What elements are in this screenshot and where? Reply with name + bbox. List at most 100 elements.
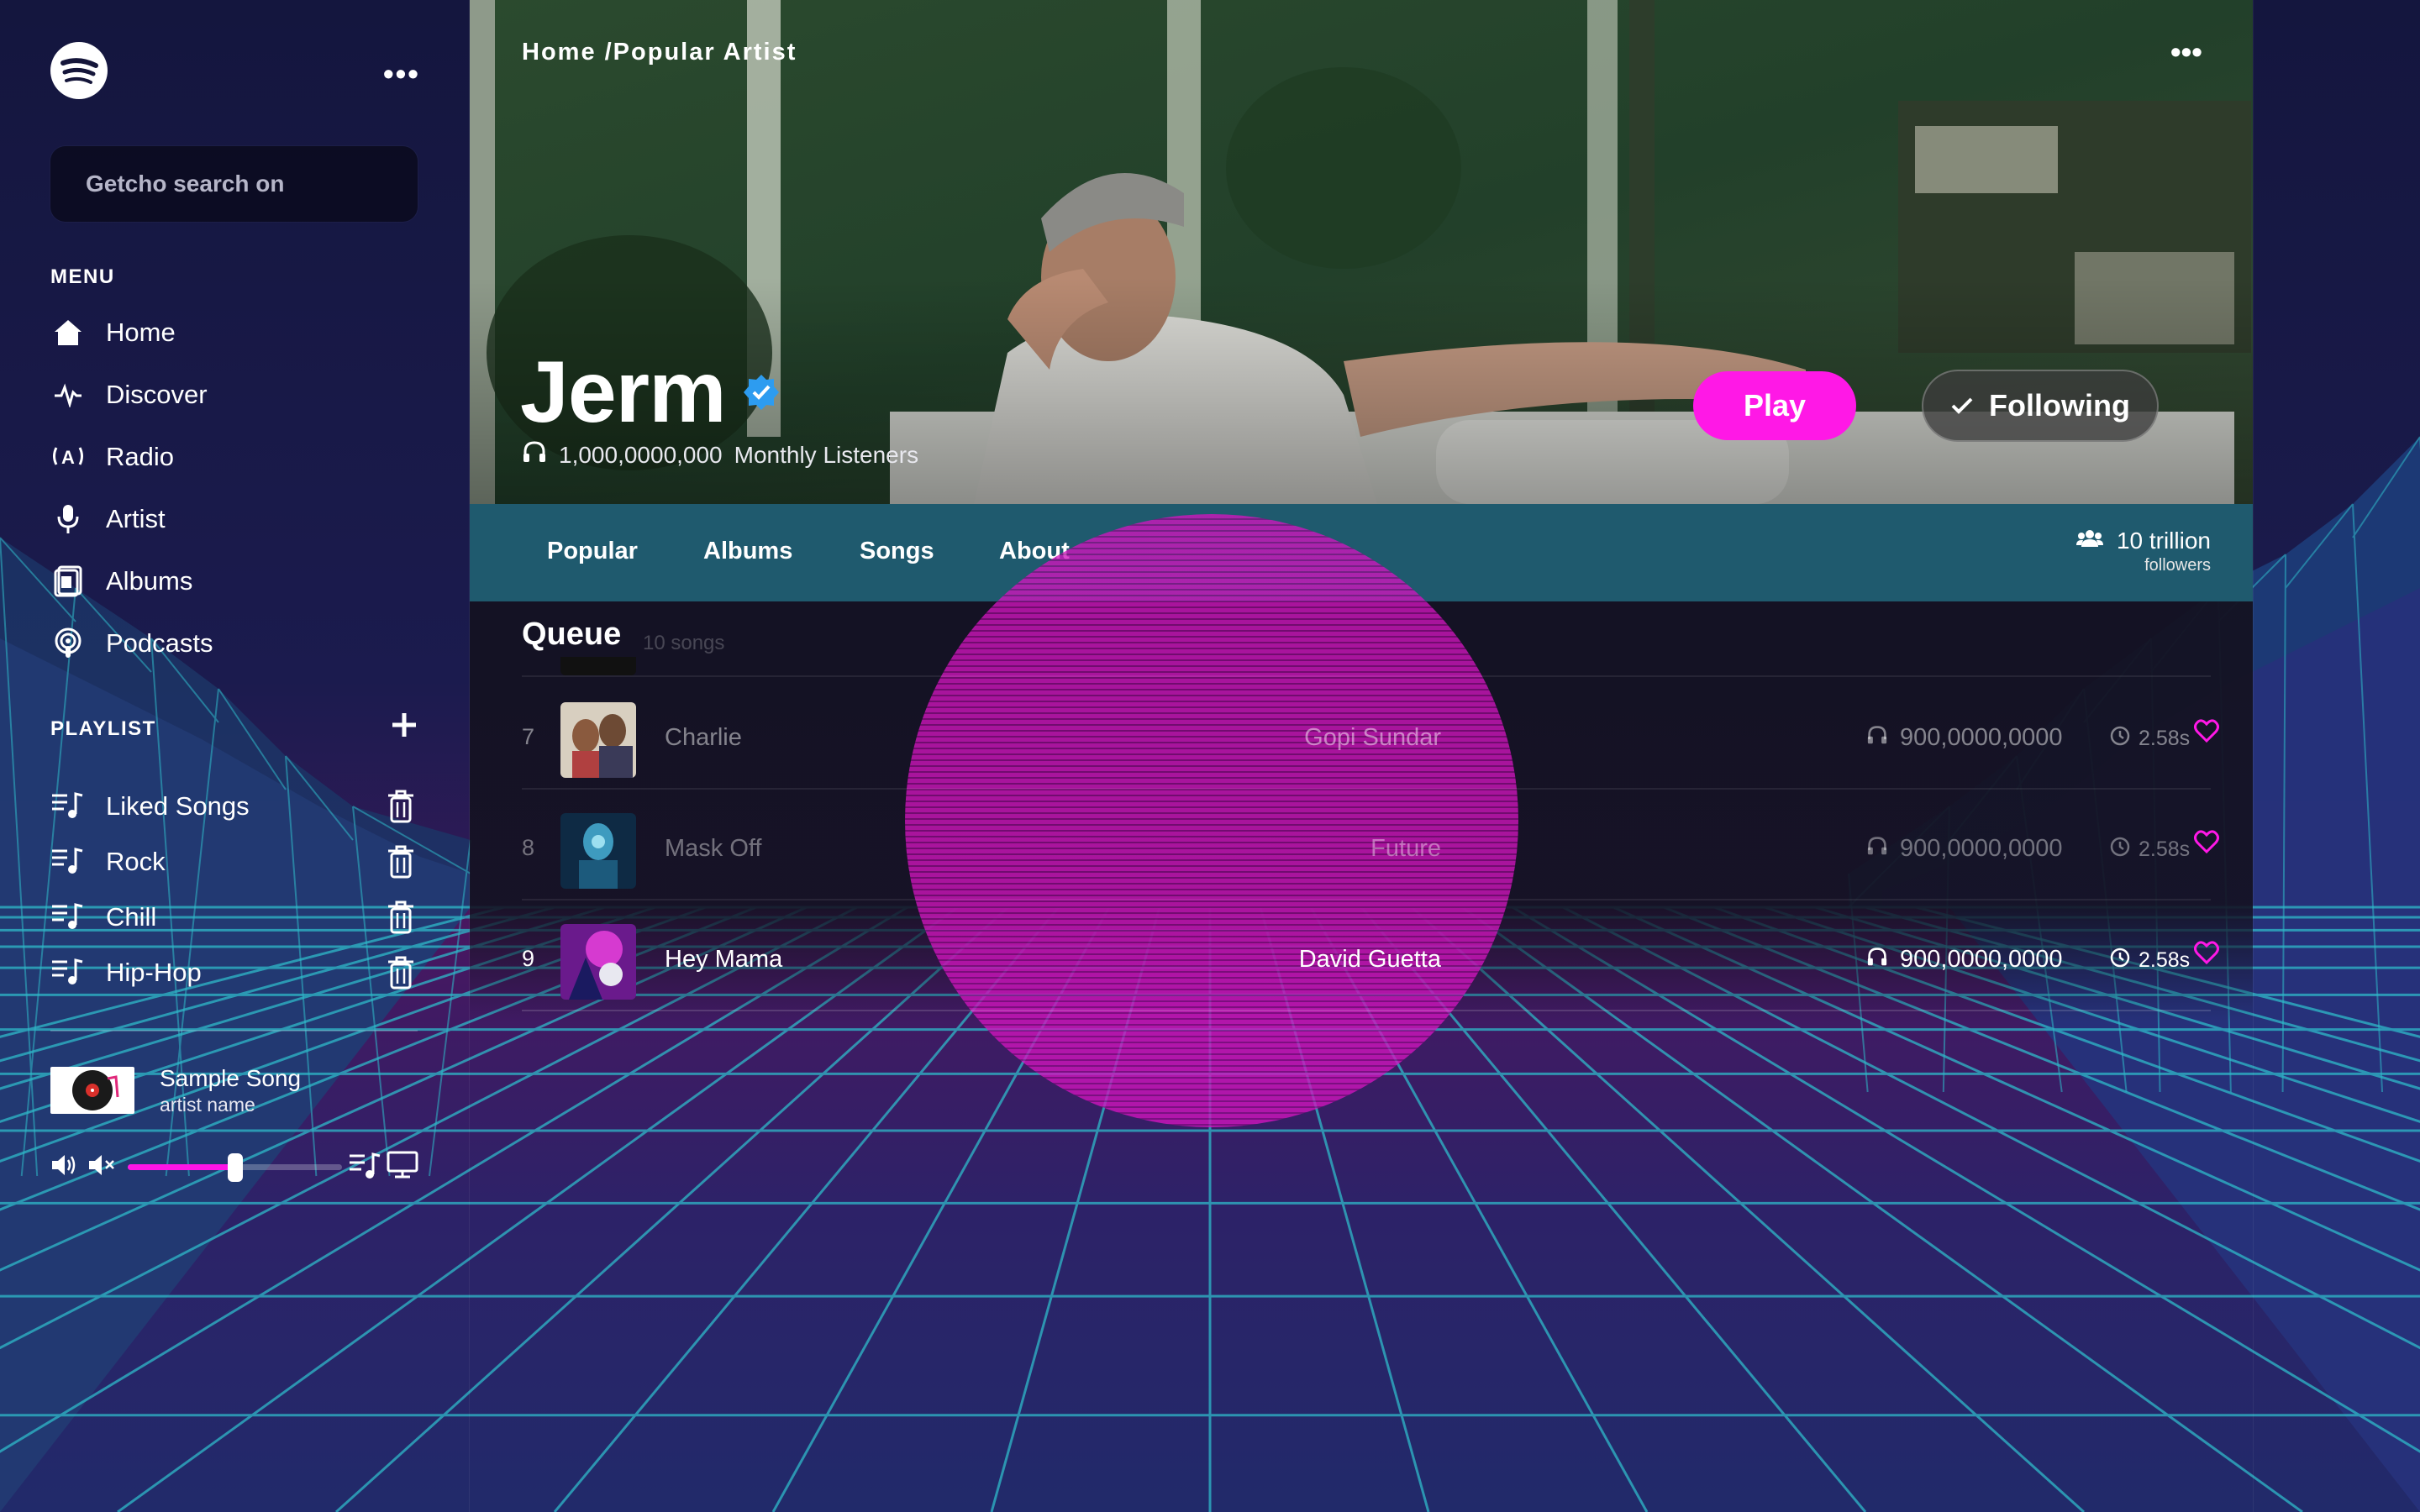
- plays-count: 900,0000,0000: [1900, 724, 2063, 752]
- clock-icon: [2110, 837, 2130, 863]
- track-duration: 2.58s: [2110, 837, 2190, 863]
- play-button[interactable]: Play: [1693, 371, 1856, 440]
- clock-icon: [2110, 726, 2130, 752]
- track-duration: 2.58s: [2110, 948, 2190, 974]
- track-title: Mask Off: [665, 835, 762, 863]
- duration-value: 2.58s: [2139, 837, 2190, 862]
- menu-heading: MENU: [50, 265, 115, 289]
- menu-item-label: Radio: [106, 442, 174, 472]
- album-icon: [50, 564, 86, 599]
- track-artist[interactable]: Gopi Sundar: [1304, 724, 1441, 752]
- breadcrumb[interactable]: Home /Popular Artist: [522, 39, 797, 66]
- track-artwork[interactable]: [560, 702, 636, 778]
- tab-popular[interactable]: Popular: [547, 538, 638, 565]
- trash-icon[interactable]: [387, 790, 415, 823]
- more-options-icon[interactable]: •••: [2170, 44, 2202, 60]
- queue-title: Queue: [522, 617, 621, 653]
- artist-name: Jerm: [520, 343, 726, 443]
- track-number: 7: [522, 724, 534, 750]
- track-row[interactable]: 7 Charlie Gopi Sundar 900,0000,0000 2.58…: [522, 677, 2211, 790]
- plays-count: 900,0000,0000: [1900, 946, 2063, 974]
- pulse-icon: [50, 377, 86, 412]
- playlist-icon: [50, 901, 84, 934]
- headphones-icon: [1866, 835, 1888, 863]
- headphones-icon: [1866, 946, 1888, 974]
- artist-page: Home /Popular Artist ••• Jerm 1,000,0000…: [469, 0, 2254, 1512]
- tab-songs[interactable]: Songs: [860, 538, 934, 565]
- playlist-label: Hip-Hop: [106, 958, 202, 988]
- checkmark-icon: [1950, 388, 1974, 423]
- playlist-label: Rock: [106, 847, 166, 877]
- listeners-label: Monthly Listeners: [734, 442, 918, 469]
- trash-icon[interactable]: [387, 900, 415, 934]
- following-button[interactable]: Following: [1922, 370, 2159, 442]
- track-artist[interactable]: David Guetta: [1299, 946, 1441, 974]
- verified-badge-icon: [742, 373, 781, 412]
- menu-item-podcasts[interactable]: Podcasts: [50, 620, 420, 667]
- trash-icon[interactable]: [387, 956, 415, 990]
- playlist-item-chill[interactable]: Chill: [50, 894, 420, 941]
- playlist-label: Chill: [106, 902, 156, 932]
- menu-item-label: Artist: [106, 504, 166, 534]
- track-artwork[interactable]: [560, 813, 636, 889]
- followers-label: followers: [2076, 556, 2211, 575]
- volume-slider-thumb[interactable]: [228, 1153, 243, 1182]
- track-artwork-partial: [560, 657, 636, 675]
- duration-value: 2.58s: [2139, 948, 2190, 973]
- tab-albums[interactable]: Albums: [703, 538, 792, 565]
- duration-value: 2.58s: [2139, 727, 2190, 751]
- playlist-item-rock[interactable]: Rock: [50, 838, 420, 885]
- spotify-logo[interactable]: [50, 42, 108, 99]
- menu-item-artist[interactable]: Artist: [50, 496, 420, 543]
- track-number: 9: [522, 946, 534, 972]
- playlist-item-liked-songs[interactable]: Liked Songs: [50, 783, 420, 830]
- mute-icon[interactable]: [87, 1152, 116, 1182]
- device-icon[interactable]: [387, 1151, 418, 1184]
- menu-item-albums[interactable]: Albums: [50, 558, 420, 605]
- add-playlist-button[interactable]: [390, 711, 418, 739]
- heart-icon[interactable]: [2194, 830, 2223, 858]
- trash-icon[interactable]: [387, 845, 415, 879]
- playlist-label: Liked Songs: [106, 791, 250, 822]
- now-playing-artwork[interactable]: [50, 1067, 134, 1114]
- heart-icon[interactable]: [2194, 941, 2223, 969]
- headphones-icon: [1866, 724, 1888, 752]
- home-icon: [50, 315, 86, 350]
- sidebar: ••• MENU Home Discover A Radio Artist Al…: [0, 0, 469, 1512]
- menu-item-home[interactable]: Home: [50, 309, 420, 356]
- menu-item-label: Podcasts: [106, 628, 213, 659]
- playlist-icon: [50, 846, 84, 879]
- svg-text:A: A: [61, 447, 75, 468]
- track-plays: 900,0000,0000: [1866, 835, 2063, 863]
- track-artist[interactable]: Future: [1370, 835, 1441, 863]
- followers-count: 10 trillion followers: [2076, 528, 2211, 575]
- track-plays: 900,0000,0000: [1866, 946, 2063, 974]
- heart-icon[interactable]: [2194, 719, 2223, 748]
- volume-slider-fill: [128, 1164, 235, 1170]
- clock-icon: [2110, 948, 2130, 974]
- volume-controls: [50, 1147, 420, 1186]
- users-icon: [2076, 528, 2103, 554]
- playlist-item-hip-hop[interactable]: Hip-Hop: [50, 949, 420, 996]
- queue-count: 10 songs: [643, 632, 724, 655]
- headphones-icon: [522, 440, 547, 470]
- track-row[interactable]: 9 Hey Mama David Guetta 900,0000,0000 2.…: [522, 899, 2211, 1011]
- volume-up-icon[interactable]: [50, 1152, 77, 1182]
- track-artwork[interactable]: [560, 924, 636, 1000]
- menu-item-label: Home: [106, 318, 176, 348]
- followers-number: 10 trillion: [2117, 528, 2211, 554]
- volume-slider[interactable]: [128, 1164, 342, 1170]
- track-title: Charlie: [665, 724, 742, 752]
- menu-item-discover[interactable]: Discover: [50, 371, 420, 418]
- search-input[interactable]: [84, 166, 407, 202]
- microphone-icon: [50, 501, 86, 537]
- queue-icon[interactable]: [348, 1151, 381, 1184]
- track-row[interactable]: 8 Mask Off Future 900,0000,0000 2.58s: [522, 788, 2211, 900]
- playlist-icon: [50, 957, 84, 990]
- track-duration: 2.58s: [2110, 726, 2190, 752]
- plays-count: 900,0000,0000: [1900, 835, 2063, 863]
- menu-item-radio[interactable]: A Radio: [50, 433, 420, 480]
- more-options-icon[interactable]: •••: [383, 66, 420, 82]
- following-label: Following: [1989, 388, 2130, 423]
- search-field[interactable]: [50, 146, 418, 222]
